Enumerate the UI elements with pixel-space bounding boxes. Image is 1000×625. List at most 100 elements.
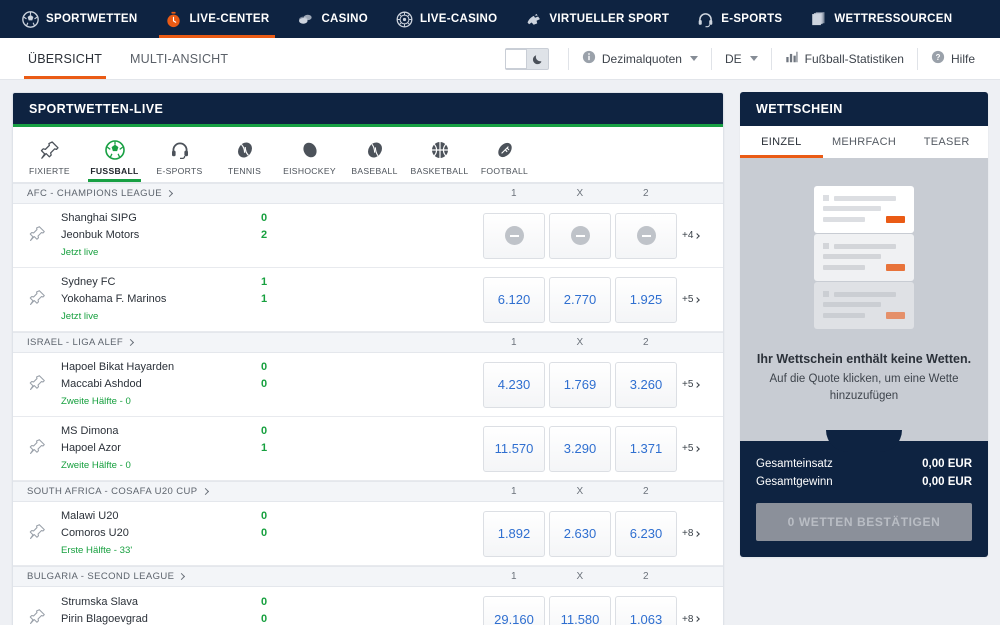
more-markets-link[interactable]: +4 — [679, 230, 715, 241]
odds-button[interactable]: 1.769 — [549, 361, 611, 408]
home-team-name: Strumska Slava — [61, 595, 139, 608]
placeholder-card — [814, 186, 914, 233]
betslip-empty-title: Ihr Wettschein enthält keine Wetten. — [756, 352, 972, 366]
dark-mode-toggle-wrap[interactable] — [494, 38, 566, 80]
event-row[interactable]: Hapoel Bikat Hayarden Maccabi Ashdod Zweit… — [13, 353, 723, 417]
odds-column-headers: 1 X 2 — [481, 188, 723, 199]
football-icon — [472, 138, 537, 162]
odds-button[interactable]: 1.925 — [615, 276, 677, 323]
betslip-tab-teaser-label: TEASER — [923, 136, 970, 148]
topnav-item-wettressourcen[interactable]: WETTRESSOURCEN — [796, 0, 966, 38]
league-link[interactable]: BULGARIA - SECOND LEAGUE — [27, 571, 186, 582]
event-row[interactable]: Sydney FC Yokohama F. Marinos Jetzt live 1 1… — [13, 268, 723, 332]
chevron-right-icon — [165, 189, 174, 198]
league-link[interactable]: ISRAEL - LIGA ALEF — [27, 337, 135, 348]
more-markets-link[interactable]: +8 — [679, 614, 715, 625]
betslip-tab-einzel-label: EINZEL — [761, 136, 802, 148]
help-link[interactable]: ? Hilfe — [920, 38, 986, 80]
topnav-item-casino[interactable]: CASINO — [283, 0, 382, 38]
event-row[interactable]: Shanghai SIPG Jeonbuk Motors Jetzt live 0 2 … — [13, 204, 723, 268]
event-row[interactable]: Strumska SlavaPirin BlagoevgradErste Häl… — [13, 587, 723, 625]
odds-button[interactable]: 1.063 — [615, 596, 677, 625]
odds-value: 1.063 — [629, 611, 663, 625]
unavailable-icon — [636, 226, 656, 245]
topnav-item-live-center[interactable]: LIVE-CENTER — [151, 0, 283, 38]
odds-value: 2.770 — [563, 292, 597, 307]
league-link[interactable]: SOUTH AFRICA - COSAFA U20 CUP — [27, 486, 209, 497]
more-markets-link[interactable]: +5 — [679, 379, 715, 390]
odds-button[interactable]: 6.230 — [615, 510, 677, 557]
away-score: 0 — [261, 612, 268, 625]
statistics-link[interactable]: Fußball-Statistiken — [774, 38, 915, 80]
more-markets-link[interactable]: +8 — [679, 528, 715, 539]
pin-event-button[interactable] — [13, 225, 61, 247]
more-markets-link[interactable]: +5 — [679, 294, 715, 305]
betslip-tab-teaser[interactable]: TEASER — [905, 126, 988, 158]
topnav-item-e-sports[interactable]: E-SPORTS — [683, 0, 796, 38]
odds-value: 1.892 — [497, 526, 531, 541]
event-row[interactable]: MS Dimona Hapoel Azor Zweite Hälfte - 001 … — [13, 417, 723, 481]
odds-button[interactable]: 11.570 — [483, 425, 545, 472]
odds-button[interactable]: 6.120 — [483, 276, 545, 323]
odds-button[interactable]: 1.892 — [483, 510, 545, 557]
odds-button[interactable]: 2.630 — [549, 510, 611, 557]
home-team-name: Malawi U20 — [61, 510, 119, 522]
question-mark-icon: ? — [931, 50, 945, 67]
topnav-item-label: CASINO — [321, 13, 368, 25]
home-team-name: Hapoel Bikat Hayarden — [61, 361, 175, 373]
betslip-tab-einzel[interactable]: EINZEL — [740, 126, 823, 158]
home-team-name: MS Dimona — [61, 425, 119, 437]
pin-event-button[interactable] — [13, 289, 61, 311]
divider — [567, 47, 569, 70]
sport-tab-football[interactable]: FOOTBALL — [472, 135, 537, 182]
odds-button[interactable]: 29.160 — [483, 596, 545, 625]
event-teams: Malawi U20 Comoros U20 Erste Hälfte - 33' — [61, 508, 261, 559]
tab-multi-ansicht[interactable]: MULTI-ANSICHT — [116, 38, 242, 79]
sport-tab-e-sports[interactable]: E-SPORTS — [147, 135, 212, 182]
sport-tab-baseball[interactable]: BASEBALL — [342, 135, 407, 182]
pin-icon — [17, 138, 82, 162]
odds-button[interactable]: 3.260 — [615, 361, 677, 408]
topnav-item-sportwetten[interactable]: SPORTWETTEN — [8, 0, 151, 38]
odds-value: 11.570 — [494, 441, 534, 456]
odds-button[interactable]: 2.770 — [549, 276, 611, 323]
odds-button[interactable]: 1.371 — [615, 425, 677, 472]
betslip-title-label: WETTSCHEIN — [756, 102, 843, 116]
pin-event-button[interactable] — [13, 608, 61, 625]
odds-button[interactable]: 4.230 — [483, 361, 545, 408]
league-header: SOUTH AFRICA - COSAFA U20 CUP 1 X 2 — [13, 481, 723, 502]
dark-mode-toggle[interactable] — [504, 47, 549, 70]
odds-format-selector[interactable]: Dezimalquoten — [571, 38, 709, 80]
sport-tab-fussball[interactable]: FUSSBALL — [82, 135, 147, 182]
odds-value: 2.630 — [563, 526, 597, 541]
league-link[interactable]: AFC - CHAMPIONS LEAGUE — [27, 188, 174, 199]
odds-value: 3.290 — [563, 441, 597, 456]
pin-event-button[interactable] — [13, 374, 61, 396]
betslip-tabs: EINZEL MEHRFACH TEASER — [740, 126, 988, 158]
sport-tab-fixierte[interactable]: FIXIERTE — [17, 135, 82, 182]
statistics-label: Fußball-Statistiken — [804, 51, 904, 66]
pin-event-button[interactable] — [13, 523, 61, 545]
divider — [916, 47, 918, 70]
more-markets-count: +8 — [682, 613, 694, 625]
hockey-puck-icon — [277, 138, 342, 162]
odds-button[interactable]: 11.580 — [549, 596, 611, 625]
moon-icon — [527, 52, 548, 65]
tab-uebersicht[interactable]: ÜBERSICHT — [14, 38, 116, 79]
betslip-tab-mehrfach[interactable]: MEHRFACH — [823, 126, 906, 158]
confirm-bets-button[interactable]: 0 WETTEN BESTÄTIGEN — [756, 503, 972, 541]
more-markets-link[interactable]: +5 — [679, 443, 715, 454]
sport-tab-tennis[interactable]: TENNIS — [212, 135, 277, 182]
language-selector[interactable]: DE — [714, 38, 769, 80]
pin-event-button[interactable] — [13, 438, 61, 460]
away-score: 0 — [261, 527, 268, 539]
event-odds: +4 — [481, 212, 723, 259]
event-row[interactable]: Malawi U20 Comoros U20 Erste Hälfte - 33' 0… — [13, 502, 723, 566]
topnav-item-virtueller-sport[interactable]: VIRTUELLER SPORT — [511, 0, 683, 38]
divider — [710, 47, 712, 70]
sport-tab-basketball[interactable]: BASKETBALL — [407, 135, 472, 182]
event-status: Zweite Hälfte - 0 — [61, 460, 131, 471]
topnav-item-live-casino[interactable]: LIVE-CASINO — [382, 0, 511, 38]
sport-tab-eishockey[interactable]: EISHOCKEY — [277, 135, 342, 182]
odds-button[interactable]: 3.290 — [549, 425, 611, 472]
